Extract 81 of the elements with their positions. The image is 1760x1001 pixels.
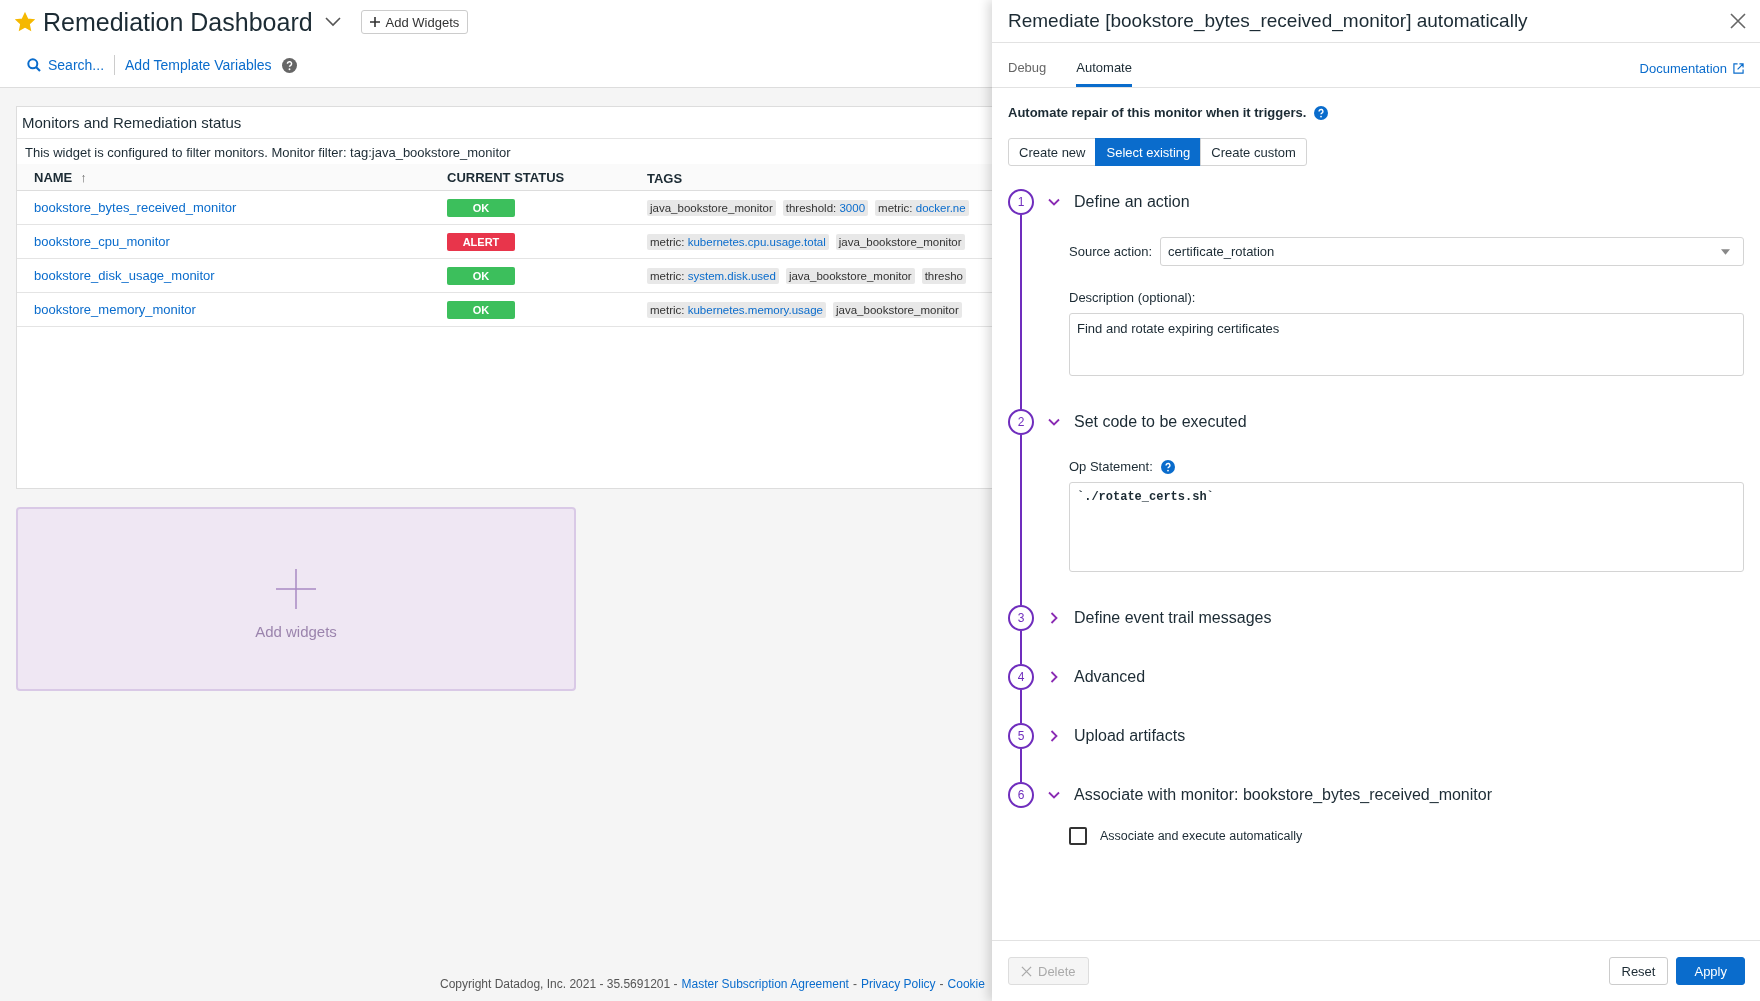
footer-link[interactable]: Privacy Policy (860, 977, 936, 991)
step-number: 5 (1008, 723, 1034, 749)
chevron-down-icon[interactable] (1048, 196, 1060, 208)
mode-button[interactable]: Select existing (1095, 138, 1202, 166)
mode-button[interactable]: Create new (1008, 138, 1097, 166)
field-label: Source action: (1069, 244, 1153, 259)
help-icon[interactable] (1314, 105, 1329, 120)
separator-text: - (939, 977, 944, 991)
chevron-down-icon[interactable] (324, 17, 341, 27)
star-icon[interactable] (15, 12, 35, 32)
tag[interactable]: metric: docker.ne (875, 199, 969, 216)
add-template-variables-link[interactable]: Add Template Variables (125, 57, 272, 73)
help-icon[interactable] (1160, 459, 1175, 474)
step-title[interactable]: Define event trail messages (1074, 609, 1272, 627)
status-badge: ALERT (447, 232, 515, 251)
reset-button[interactable]: Reset (1608, 957, 1669, 985)
apply-button[interactable]: Apply (1676, 957, 1745, 985)
footer-link[interactable]: Master Subscription Agreement (681, 977, 849, 991)
select-field[interactable]: certificate_rotation (1160, 237, 1744, 266)
chevron-down-icon[interactable] (1048, 416, 1060, 428)
tag[interactable]: thresho (921, 267, 966, 284)
widget-title: Monitors and Remediation status (17, 107, 992, 139)
monitor-link[interactable]: bookstore_bytes_received_monitor (34, 200, 237, 215)
checkbox-label: Associate and execute automatically (1100, 829, 1303, 843)
monitor-link[interactable]: bookstore_memory_monitor (34, 302, 196, 317)
plus-icon (276, 568, 316, 609)
close-icon[interactable] (1730, 13, 1746, 29)
tag[interactable]: java_bookstore_monitor (835, 233, 965, 250)
chevron-right-icon[interactable] (1048, 612, 1060, 624)
column-header[interactable]: CURRENT STATUS (447, 169, 647, 185)
tag[interactable]: java_bookstore_monitor (785, 267, 915, 284)
filter-note: This widget is configured to filter monitors. Monitor filter: tag:java_bookstore_monitor (24, 144, 512, 162)
tag[interactable]: metric: system.disk.used (647, 267, 779, 284)
copyright-text: Copyright Datadog, Inc. 2021 - 35.5691201 - (440, 977, 678, 991)
mode-button[interactable]: Create custom (1200, 138, 1307, 166)
documentation-link[interactable]: Documentation (1639, 43, 1744, 87)
chevron-right-icon[interactable] (1048, 671, 1060, 683)
search-link[interactable]: Search... (27, 57, 105, 73)
column-header[interactable]: NAME ↑ (17, 169, 447, 185)
panel-title: Remediate [bookstore_bytes_received_monitor] automatically (1008, 10, 1528, 32)
step-title[interactable]: Associate with monitor: bookstore_bytes_received_monitor (1074, 786, 1492, 804)
dropdown-caret-icon (1721, 248, 1730, 255)
help-icon[interactable] (281, 57, 297, 73)
field-label: Op Statement: (1069, 459, 1153, 474)
external-link-icon (1733, 62, 1744, 74)
status-badge: OK (447, 198, 515, 217)
plus-icon (369, 17, 380, 27)
status-badge: OK (447, 300, 515, 319)
step-title[interactable]: Set code to be executed (1074, 413, 1247, 431)
tag[interactable]: java_bookstore_monitor (833, 301, 962, 318)
description-field[interactable]: Find and rotate expiring certificates (1069, 313, 1744, 376)
tag[interactable]: metric: kubernetes.memory.usage (647, 301, 826, 318)
dashboard-title: Remediation Dashboard (43, 7, 313, 37)
step-title[interactable]: Advanced (1074, 668, 1146, 686)
intro-text: Automate repair of this monitor when it triggers. (1008, 105, 1307, 120)
tab[interactable]: Debug (1008, 43, 1047, 87)
step-title[interactable]: Upload artifacts (1074, 727, 1186, 745)
field-label: Description (optional): (1069, 290, 1197, 305)
code-field[interactable]: `./rotate_certs.sh` (1069, 482, 1744, 572)
step-number: 3 (1008, 605, 1034, 631)
step-number: 6 (1008, 782, 1034, 808)
chevron-down-icon[interactable] (1048, 789, 1060, 801)
step-title[interactable]: Define an action (1074, 193, 1190, 211)
step-number: 1 (1008, 189, 1034, 215)
tag[interactable]: java_bookstore_monitor (647, 199, 776, 216)
tag[interactable]: threshold: 3000 (782, 199, 869, 216)
checkbox[interactable] (1069, 827, 1087, 845)
add-widgets-button[interactable]: Add Widgets (360, 10, 469, 34)
step-number: 4 (1008, 664, 1034, 690)
tab[interactable]: Automate (1076, 43, 1132, 87)
close-icon (1021, 965, 1032, 977)
search-icon (27, 58, 41, 72)
monitor-link[interactable]: bookstore_cpu_monitor (34, 234, 170, 249)
tag[interactable]: metric: kubernetes.cpu.usage.total (647, 233, 829, 250)
footer-link[interactable]: Cookie (947, 977, 985, 991)
separator-text: - (852, 977, 857, 991)
monitor-link[interactable]: bookstore_disk_usage_monitor (34, 268, 215, 283)
status-badge: OK (447, 266, 515, 285)
column-header[interactable]: TAGS (647, 168, 683, 186)
step-number: 2 (1008, 409, 1034, 435)
chevron-right-icon[interactable] (1048, 730, 1060, 742)
